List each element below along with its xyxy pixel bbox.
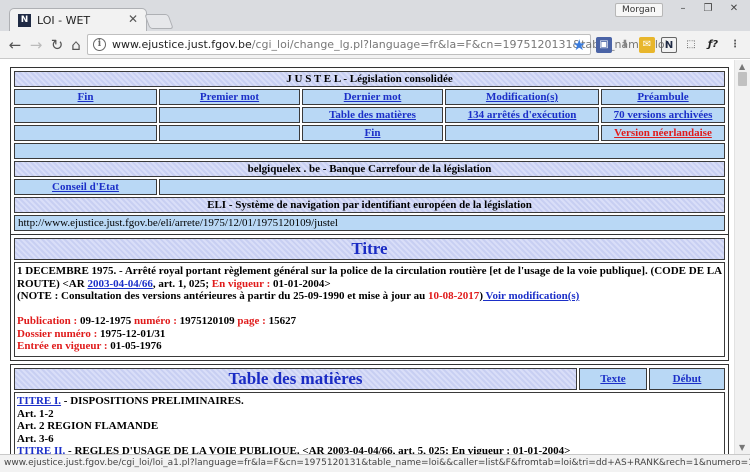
extension-icon[interactable]: ▣ (596, 37, 612, 53)
empty-cell (159, 107, 300, 123)
empty-cell (445, 125, 599, 141)
toc-item: Art. 3-6 (17, 433, 722, 446)
status-bar: www.ejustice.just.fgov.be/cgi_loi/loi_a1… (0, 454, 750, 472)
scroll-up-icon[interactable]: ▲ (739, 62, 745, 71)
dossier-label: Dossier numéro : (17, 327, 98, 340)
justel-header-box: J U S T E L - Législation consolidée Fin… (10, 67, 729, 235)
browser-tab-strip: N LOI - WET ✕ Morgan – ❐ ✕ (0, 0, 750, 32)
titre-heading: Titre (14, 238, 725, 260)
titre-content: 1 DECEMBRE 1975. - Arrêté royal portant … (14, 262, 725, 357)
extension-icon[interactable]: ✉ (639, 37, 655, 53)
link-titre-1[interactable]: TITRE I. (17, 395, 61, 407)
entree-label: Entrée en vigueur : (17, 340, 108, 352)
link-debut[interactable]: Début (673, 373, 702, 385)
toc-item-text: - DISPOSITIONS PRELIMINAIRES. (61, 395, 244, 407)
back-icon[interactable]: ← (5, 35, 25, 55)
publication-value: 09-12-1975 (77, 315, 135, 327)
link-titre-2[interactable]: TITRE II. (17, 445, 65, 454)
browser-tab[interactable]: N LOI - WET ✕ (9, 8, 147, 32)
toc-item: Art. 2 REGION FLAMANDE (17, 420, 722, 433)
download-icon[interactable]: ⬇ (617, 37, 633, 53)
link-fin-bottom[interactable]: Fin (365, 127, 381, 139)
info-icon[interactable]: i (93, 38, 106, 51)
numero-value: 1975120109 (176, 315, 238, 327)
toc-item-text: Art. 2 REGION FLAMANDE (17, 420, 159, 432)
extension-icon[interactable]: ⬚ (683, 37, 699, 53)
toc-item-text: Art. 3-6 (17, 432, 54, 445)
forward-icon[interactable]: → (26, 35, 46, 55)
eli-url: http://www.ejustice.just.fgov.be/eli/arr… (14, 215, 725, 231)
link-versions-archivees[interactable]: 70 versions archivées (614, 109, 713, 121)
en-vigueur-date: 01-01-2004> (270, 277, 331, 290)
toc-item-text: Art. 1-2 (17, 407, 54, 420)
toc-item-text: - REGLES D'USAGE DE LA VOIE PUBLIQUE. <A… (65, 445, 571, 454)
toc-heading: Table des matières (14, 368, 577, 390)
en-vigueur-label: En vigueur : (211, 277, 271, 290)
page-label: page : (237, 315, 266, 327)
close-window-icon[interactable]: ✕ (726, 3, 742, 15)
restore-icon[interactable]: ❐ (700, 3, 716, 15)
scrollbar-thumb[interactable] (738, 72, 747, 86)
toc-item: TITRE II. - REGLES D'USAGE DE LA VOIE PU… (17, 445, 722, 454)
link-ar-2003[interactable]: 2003-04-04/66 (87, 278, 152, 290)
minimize-icon[interactable]: – (675, 3, 691, 15)
new-tab-button[interactable] (144, 14, 174, 29)
justel-title: J U S T E L - Législation consolidée (14, 71, 725, 87)
link-preambule[interactable]: Préambule (637, 91, 688, 103)
dossier-value: 1975-12-01/31 (97, 327, 166, 340)
note-text: (NOTE : Consultation des versions antéri… (17, 290, 428, 302)
home-icon[interactable]: ⌂ (66, 35, 86, 55)
browser-toolbar: ← → ↻ ⌂ i www.ejustice.just.fgov.be/cgi_… (0, 31, 750, 59)
link-arretes-execution[interactable]: 134 arrêtés d'exécution (468, 109, 577, 121)
link-conseil-etat[interactable]: Conseil d'Etat (52, 181, 119, 193)
titre-box: Titre 1 DECEMBRE 1975. - Arrêté royal po… (10, 234, 729, 361)
address-bar[interactable]: i www.ejustice.just.fgov.be/cgi_loi/chan… (87, 34, 668, 55)
close-icon[interactable]: ✕ (128, 12, 138, 26)
page-value: 15627 (265, 315, 297, 327)
link-table-des-matieres[interactable]: Table des matières (329, 109, 416, 121)
link-version-neerlandaise[interactable]: Version néerlandaise (614, 127, 712, 139)
reload-icon[interactable]: ↻ (47, 35, 67, 55)
toc-item: TITRE I. - DISPOSITIONS PRELIMINAIRES. (17, 395, 722, 408)
empty-cell (14, 107, 157, 123)
profile-button[interactable]: Morgan (615, 3, 663, 17)
scroll-down-icon[interactable]: ▼ (739, 443, 745, 452)
empty-cell (14, 125, 157, 141)
publication-label: Publication : (17, 315, 78, 327)
link-premier-mot[interactable]: Premier mot (200, 91, 259, 103)
empty-cell (159, 125, 300, 141)
eli-banner: ELI - Système de navigation par identifi… (14, 197, 725, 213)
toc-content: TITRE I. - DISPOSITIONS PRELIMINAIRES. A… (14, 392, 725, 454)
link-voir-modifications[interactable]: Voir modification(s) (483, 290, 580, 302)
formula-icon[interactable]: ƒ? (705, 37, 721, 53)
empty-row (14, 143, 725, 159)
numero-label: numéro : (134, 315, 177, 327)
note-date: 10-08-2017 (427, 290, 480, 302)
tab-title: LOI - WET (37, 14, 91, 27)
toc-item: Art. 1-2 (17, 408, 722, 421)
titre-text: , art. 1, 025; (152, 277, 212, 290)
page-scrollbar[interactable]: ▲ ▼ (734, 60, 750, 454)
web-page: J U S T E L - Législation consolidée Fin… (0, 60, 734, 454)
toc-box: Table des matières Texte Début TITRE I. … (10, 364, 729, 454)
extension-icon[interactable]: N (661, 37, 677, 53)
bookmark-star-icon[interactable]: ★ (573, 36, 586, 54)
link-dernier-mot[interactable]: Dernier mot (344, 91, 402, 103)
entree-value: 01-05-1976 (107, 340, 162, 352)
belgiquelex-banner: belgiquelex . be - Banque Carrefour de l… (14, 161, 725, 177)
site-favicon-icon: N (18, 14, 31, 27)
empty-cell (159, 179, 725, 195)
link-texte[interactable]: Texte (600, 373, 625, 385)
link-fin[interactable]: Fin (78, 91, 94, 103)
link-modifications[interactable]: Modification(s) (486, 91, 558, 103)
menu-icon[interactable]: ⋮ (727, 37, 743, 53)
